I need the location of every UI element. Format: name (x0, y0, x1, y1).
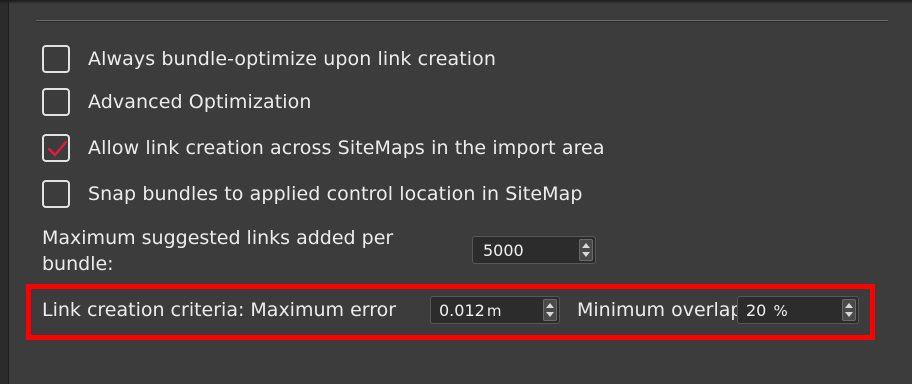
bundle-optimize-label: Always bundle-optimize upon link creatio… (88, 48, 497, 70)
max-suggested-links-label-line1: Maximum suggested links added per (42, 227, 394, 249)
advanced-optimization-checkbox[interactable] (42, 88, 70, 116)
spin-down-icon[interactable] (582, 252, 590, 257)
allow-link-across-sitemaps-label: Allow link creation across SiteMaps in t… (88, 137, 605, 159)
option-advanced-optimization[interactable]: Advanced Optimization (42, 87, 312, 117)
option-snap-bundles[interactable]: Snap bundles to applied control location… (42, 179, 583, 209)
advanced-optimization-label: Advanced Optimization (88, 91, 312, 113)
highlight-box (26, 284, 875, 340)
checkmark-icon (47, 140, 68, 157)
max-suggested-links-stepper[interactable] (579, 239, 593, 261)
allow-link-across-sitemaps-checkbox[interactable] (42, 134, 70, 162)
max-suggested-links-spinbox[interactable]: 5000 (472, 236, 596, 264)
max-suggested-links-label-line2: bundle: (42, 253, 114, 275)
bundle-optimize-checkbox[interactable] (42, 45, 70, 73)
option-allow-link-across-sitemaps[interactable]: Allow link creation across SiteMaps in t… (42, 133, 605, 163)
window-frame: Always bundle-optimize upon link creatio… (0, 0, 912, 384)
option-bundle-optimize[interactable]: Always bundle-optimize upon link creatio… (42, 44, 496, 74)
snap-bundles-label: Snap bundles to applied control location… (88, 183, 583, 205)
spin-up-icon[interactable] (582, 243, 590, 248)
section-divider (36, 20, 888, 21)
top-shadow (0, 0, 912, 4)
max-suggested-links-value: 5000 (483, 240, 524, 260)
snap-bundles-checkbox[interactable] (42, 180, 70, 208)
